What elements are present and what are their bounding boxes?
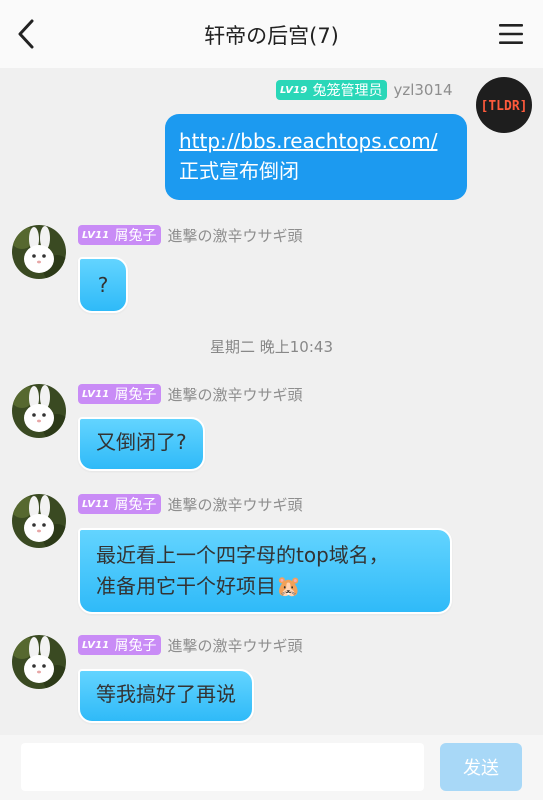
sender-meta: LV11 屑兔子 進撃の激辛ウサギ頭	[78, 225, 302, 245]
level-label: LV11	[82, 498, 110, 510]
message-text: 又倒闭了?	[96, 430, 187, 454]
member-badge: LV11 屑兔子	[78, 494, 162, 514]
message-text: ?	[97, 273, 109, 297]
message-bubble[interactable]: 又倒闭了?	[78, 417, 205, 471]
rabbit-avatar-icon	[12, 494, 66, 548]
send-button[interactable]: 发送	[440, 743, 522, 791]
role-label: 屑兔子	[114, 387, 157, 403]
member-badge: LV19 兔笼管理员	[276, 80, 388, 100]
message-text: 最近看上一个四字母的top域名，	[96, 543, 389, 567]
sender-nickname[interactable]: 進撃の激辛ウサギ頭	[167, 635, 302, 656]
sender-meta: LV11 屑兔子 進撃の激辛ウサギ頭	[78, 494, 302, 514]
avatar[interactable]	[12, 635, 66, 689]
role-label: 屑兔子	[114, 497, 157, 513]
level-label: LV19	[280, 84, 308, 96]
timestamp: 星期二 晚上10:43	[210, 338, 333, 356]
sender-meta: LV11 屑兔子 進撃の激辛ウサギ頭	[78, 635, 302, 655]
avatar[interactable]	[12, 494, 66, 548]
message-input[interactable]	[21, 743, 424, 791]
sender-nickname[interactable]: 進撃の激辛ウサギ頭	[167, 494, 302, 515]
sender-nickname[interactable]: 進撃の激辛ウサギ頭	[167, 225, 302, 246]
message-bubble[interactable]: 等我搞好了再说	[78, 669, 254, 723]
message-bubble[interactable]: http://bbs.reachtops.com/ 正式宣布倒闭	[165, 114, 467, 200]
message-line: 准备用它干个好项目🐹	[96, 571, 434, 602]
message-text: 准备用它干个好项目	[96, 574, 276, 598]
message-text: 正式宣布倒闭	[179, 159, 299, 183]
level-label: LV11	[82, 388, 110, 400]
message-bubble[interactable]: ?	[78, 257, 128, 313]
sender-nickname[interactable]: yzl3014	[393, 81, 452, 99]
role-label: 屑兔子	[114, 638, 157, 654]
role-label: 屑兔子	[114, 228, 157, 244]
role-label: 兔笼管理员	[312, 83, 383, 99]
member-badge: LV11 屑兔子	[78, 225, 162, 245]
avatar[interactable]: [TLDR]	[476, 77, 532, 133]
menu-button[interactable]	[498, 22, 524, 46]
rabbit-avatar-icon	[12, 225, 66, 279]
tldr-logo-icon: [TLDR]	[481, 99, 528, 114]
composer-bar: 发送	[0, 735, 543, 800]
sender-nickname[interactable]: 進撃の激辛ウサギ頭	[167, 384, 302, 405]
avatar[interactable]	[12, 384, 66, 438]
hamburger-menu-icon	[499, 24, 523, 44]
message-bubble[interactable]: 最近看上一个四字母的top域名， 准备用它干个好项目🐹	[78, 528, 452, 614]
message-list[interactable]: LV19 兔笼管理员 yzl3014 [TLDR] http://bbs.rea…	[0, 68, 543, 735]
svg-text:[TLDR]: [TLDR]	[481, 99, 528, 114]
level-label: LV11	[82, 229, 110, 241]
avatar[interactable]	[12, 225, 66, 279]
chat-header: 轩帝の后宫(7)	[0, 0, 543, 68]
message-link[interactable]: http://bbs.reachtops.com/	[179, 126, 453, 156]
chat-title: 轩帝の后宫(7)	[204, 24, 339, 48]
member-badge: LV11 屑兔子	[78, 384, 162, 404]
hamster-emoji-icon: 🐹	[276, 574, 301, 598]
rabbit-avatar-icon	[12, 635, 66, 689]
level-label: LV11	[82, 639, 110, 651]
message-text: 等我搞好了再说	[96, 682, 236, 706]
member-badge: LV11 屑兔子	[78, 635, 162, 655]
sender-meta: LV11 屑兔子 進撃の激辛ウサギ頭	[78, 384, 302, 404]
sender-meta: LV19 兔笼管理员 yzl3014	[276, 80, 453, 100]
rabbit-avatar-icon	[12, 384, 66, 438]
